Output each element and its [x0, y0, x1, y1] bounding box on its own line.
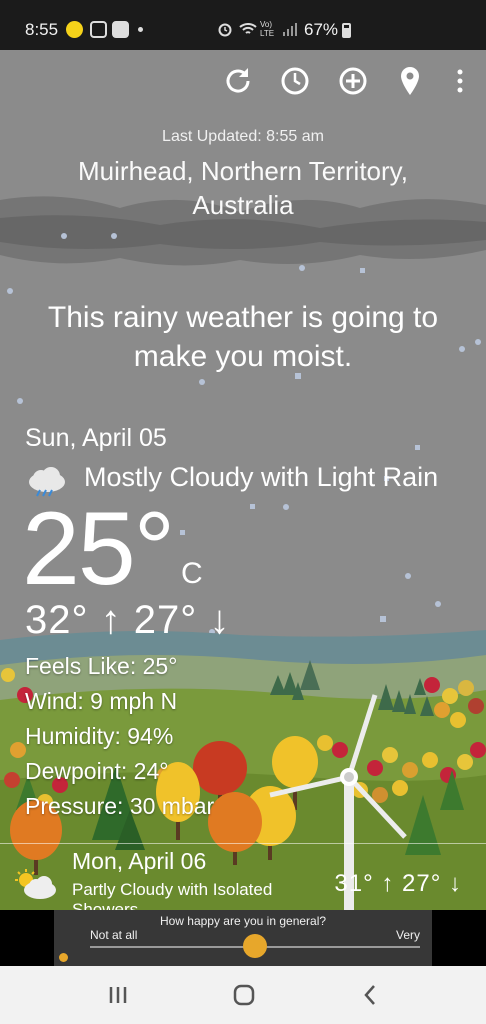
temperature-unit[interactable]: C	[181, 557, 203, 591]
forecast-hi-lo: 31° ↑ 27° ↓	[334, 870, 462, 897]
dewpoint: Dewpoint: 24°	[25, 758, 169, 784]
pressure: Pressure: 30 mbar	[25, 793, 215, 819]
wifi-icon	[239, 23, 257, 34]
network-label: Vo) LTE	[260, 20, 275, 38]
current-temperature: 25°	[22, 491, 175, 607]
forecast-description: Partly Cloudy with Isolated	[72, 880, 273, 899]
add-location-icon[interactable]	[336, 64, 370, 98]
partly-cloudy-icon	[15, 869, 56, 899]
location-title[interactable]: Muirhead, Northern Territory, Australia	[40, 154, 446, 222]
navigation-bar	[0, 966, 486, 1024]
survey-slider-thumb[interactable]	[243, 934, 267, 958]
weather-quote: This rainy weather is going to make you …	[47, 301, 439, 373]
humidity: Humidity: 94%	[25, 723, 174, 749]
recent-apps-icon[interactable]	[101, 978, 135, 1012]
flash-icon	[66, 21, 83, 38]
current-condition: Mostly Cloudy with Light Rain	[84, 462, 439, 492]
notification-dot-icon	[138, 27, 143, 32]
survey-high-label: Very	[395, 928, 420, 942]
signal-icon	[283, 23, 297, 36]
alarm-icon	[218, 23, 232, 37]
weather-scene: Last Updated: 8:55 am Muirhead, Northern…	[0, 50, 486, 910]
forecast-divider	[0, 843, 486, 844]
refresh-icon[interactable]	[221, 64, 255, 98]
home-icon[interactable]	[227, 978, 261, 1012]
history-clock-icon[interactable]	[278, 64, 312, 98]
forecast-day[interactable]: Mon, April 06	[72, 848, 206, 875]
w-app-icon	[112, 21, 129, 38]
forecast-description-cont: Showers	[72, 900, 139, 910]
gallery-icon	[90, 21, 107, 38]
back-icon[interactable]	[354, 978, 388, 1012]
status-bar: 8:55 Vo) LTE 67%	[0, 0, 486, 50]
survey-banner: How happy are you in general? Not at all…	[54, 910, 432, 966]
feels-like: Feels Like: 25°	[25, 653, 178, 679]
current-hi-lo: 32° ↑ 27° ↓	[25, 598, 231, 642]
last-updated: Last Updated: 8:55 am	[162, 128, 324, 145]
location-pin-icon[interactable]	[393, 64, 427, 98]
survey-indicator-icon	[59, 953, 68, 962]
survey-low-label: Not at all	[90, 928, 138, 942]
battery-icon	[342, 23, 351, 38]
more-vert-icon[interactable]	[443, 64, 477, 98]
survey-question: How happy are you in general?	[159, 914, 327, 928]
current-date: Sun, April 05	[25, 424, 167, 452]
battery-percent: 67%	[304, 20, 339, 39]
wind: Wind: 9 mph N	[25, 688, 178, 714]
status-time: 8:55	[25, 20, 59, 39]
